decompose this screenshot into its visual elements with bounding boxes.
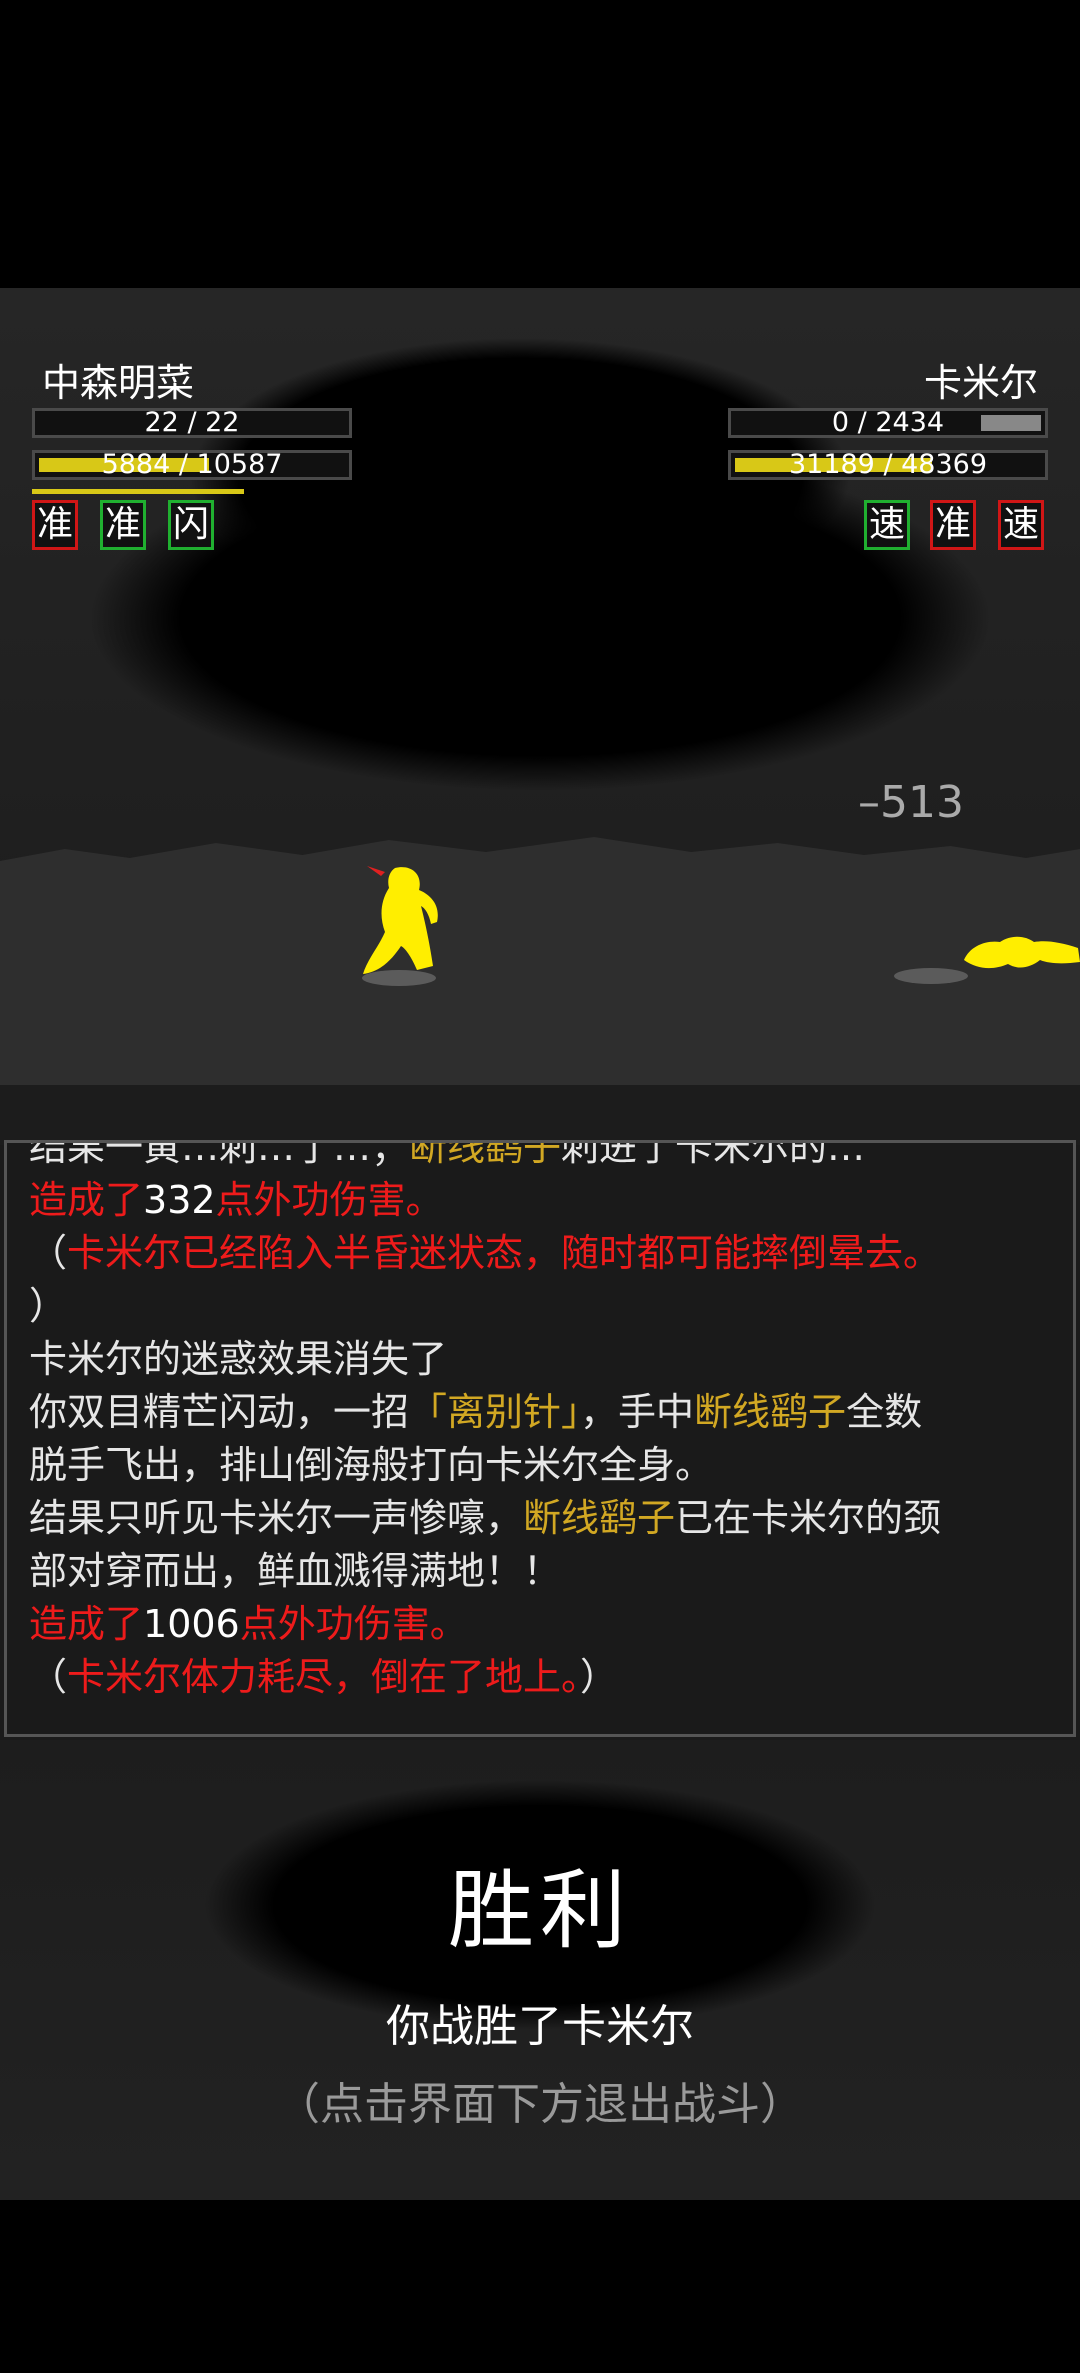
enemy-shadow (894, 968, 968, 984)
victory-message: 你战胜了卡米尔 (386, 2001, 694, 2052)
player-character-icon (363, 866, 438, 974)
player-buff-2: 准 (100, 500, 146, 550)
enemy-buff-1: 速 (864, 500, 910, 550)
enemy-buff-3: 速 (998, 500, 1044, 550)
player-name: 中森明菜 (42, 361, 195, 405)
player-buff-1: 准 (32, 500, 78, 550)
enemy-mp-bar: 0 / 2434 (728, 408, 1048, 438)
player-energy-line (32, 489, 244, 494)
log-line: ） (29, 1284, 68, 1328)
log-line: 结果一黄…刺…了…；断线鹞子刺进了卡米尔的… (29, 1140, 866, 1169)
victory-title: 胜利 (448, 1861, 632, 1961)
bottom-letterbox[interactable] (0, 2200, 1080, 2373)
log-line: 卡米尔的迷惑效果消失了 (29, 1337, 448, 1381)
top-letterbox (0, 0, 1080, 288)
log-line: （卡米尔已经陷入半昏迷状态，随时都可能摔倒晕去。 (29, 1231, 942, 1275)
enemy-mp-text: 0 / 2434 (831, 407, 945, 438)
player-buff-3: 闪 (168, 500, 214, 550)
ground-edge (0, 1085, 1080, 1145)
enemy-name: 卡米尔 (923, 361, 1038, 405)
exit-battle-hint[interactable]: （点击界面下方退出战斗） (0, 2068, 1080, 2132)
player-hp-bar: 5884 / 10587 (32, 450, 352, 480)
enemy-hp-bar: 31189 / 48369 (728, 450, 1048, 480)
enemy-buff-2: 准 (930, 500, 976, 550)
log-line: 结果只听见卡米尔一声惨嚎，断线鹞子已在卡米尔的颈 (29, 1496, 942, 1540)
player-mp-bar: 22 / 22 (32, 408, 352, 438)
player-mp-text: 22 / 22 (144, 407, 240, 438)
log-line: 你双目精芒闪动，一招「离别针」，手中断线鹞子全数 (29, 1390, 923, 1434)
log-line: （卡米尔体力耗尽，倒在了地上。） (29, 1655, 619, 1699)
damage-popup: –513 (858, 777, 964, 828)
log-line: 造成了1006点外功伤害。 (29, 1602, 468, 1646)
enemy-fallen-character-icon (964, 936, 1080, 969)
player-hp-text: 5884 / 10587 (101, 449, 283, 480)
enemy-hp-text: 31189 / 48369 (788, 449, 988, 480)
log-line: 造成了332点外功伤害。 (29, 1178, 444, 1222)
combat-log[interactable]: 结果一黄…刺…了…；断线鹞子刺进了卡米尔的… 造成了332点外功伤害。 （卡米尔… (4, 1140, 1076, 1737)
log-line: 部对穿而出，鲜血溅得满地！！ (29, 1549, 562, 1593)
log-line: 脱手飞出，排山倒海般打向卡米尔全身。 (29, 1443, 714, 1487)
